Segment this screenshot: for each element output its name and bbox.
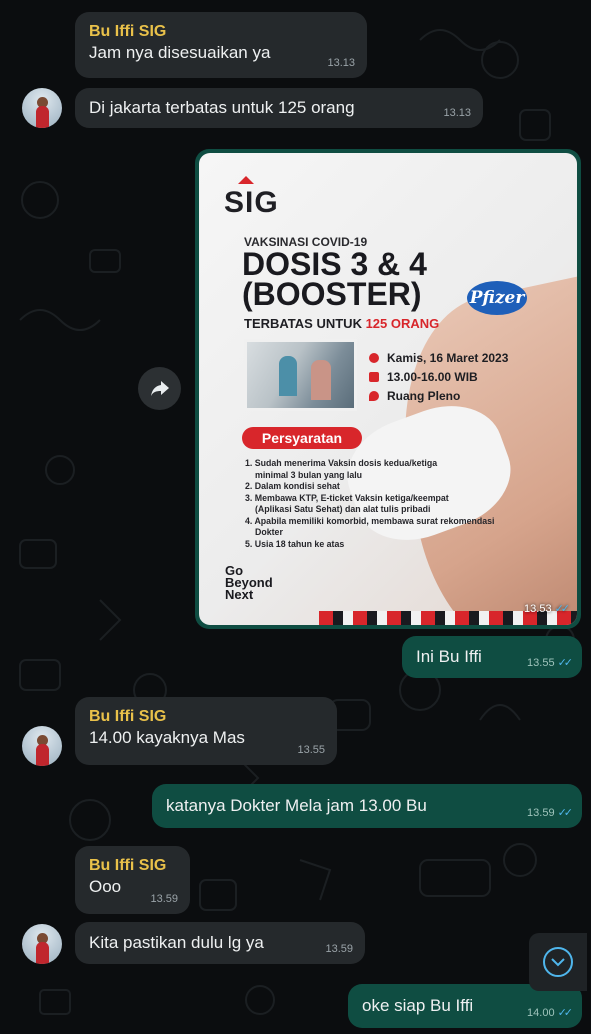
message-bubble-incoming[interactable]: Bu Iffi SIG Ooo 13.59 <box>75 846 190 914</box>
requirements-title: Persyaratan <box>242 427 362 449</box>
poster-photo <box>244 339 357 411</box>
poster-limit-prefix: TERBATAS UNTUK <box>244 316 366 331</box>
requirement-line: (Aplikasi Satu Sehat) dan alat tulis pri… <box>255 504 431 514</box>
message-bubble-incoming[interactable]: Kita pastikan dulu lg ya 13.59 <box>75 922 365 964</box>
requirements-list: 1. Sudah menerima Vaksin dosis kedua/ket… <box>245 458 535 550</box>
forward-icon <box>150 380 169 396</box>
avatar[interactable] <box>22 726 62 766</box>
message-text: Ooo <box>89 877 122 896</box>
message-time: 13.55 <box>297 744 325 756</box>
message-time: 13.53 ✓✓ <box>524 603 571 615</box>
avatar-body-icon <box>36 106 49 128</box>
requirement-line: 5. Usia 18 tahun ke atas <box>245 538 345 549</box>
scroll-to-bottom-button[interactable] <box>529 933 587 991</box>
read-ticks-icon: ✓✓ <box>554 603 571 615</box>
vaccination-poster-image[interactable]: SIG VAKSINASI COVID-19 DOSIS 3 & 4 (BOOS… <box>199 153 577 625</box>
message-time: 13.55 ✓✓ <box>527 657 574 669</box>
poster-headline-line-2: (BOOSTER) <box>242 276 422 312</box>
poster-hours: 13.00-16.00 WIB <box>387 370 478 384</box>
avatar[interactable] <box>22 924 62 964</box>
message-time: 14.00 ✓✓ <box>527 1007 574 1019</box>
message-text: katanya Dokter Mela jam 13.00 Bu <box>166 796 427 815</box>
read-ticks-icon: ✓✓ <box>557 657 574 669</box>
message-bubble-incoming[interactable]: Di jakarta terbatas untuk 125 orang 13.1… <box>75 88 483 128</box>
requirement-line: minimal 3 bulan yang lalu <box>255 469 363 480</box>
requirement-line: 3. Membawa KTP, E-ticket Vaksin ketiga/k… <box>245 492 449 503</box>
location-pin-icon <box>369 391 379 401</box>
message-text: Ini Bu Iffi <box>416 647 482 666</box>
message-text: 14.00 kayaknya Mas <box>89 728 245 747</box>
requirement-line: 2. Dalam kondisi sehat <box>245 481 340 491</box>
poster-place: Ruang Pleno <box>387 389 461 403</box>
requirement-line: 1. Sudah menerima Vaksin dosis kedua/ket… <box>245 458 438 468</box>
poster-limit-text: TERBATAS UNTUK 125 ORANG <box>244 316 439 331</box>
avatar[interactable] <box>22 88 62 128</box>
poster-date: Kamis, 16 Maret 2023 <box>387 351 509 365</box>
message-text: Kita pastikan dulu lg ya <box>89 933 264 952</box>
pfizer-logo: Pfizer <box>467 281 527 315</box>
image-message[interactable]: SIG VAKSINASI COVID-19 DOSIS 3 & 4 (BOOS… <box>195 149 581 629</box>
message-time: 13.59 <box>325 943 353 955</box>
sender-name: Bu Iffi SIG <box>89 23 167 40</box>
tagline-line: Next <box>225 587 254 602</box>
message-text: oke siap Bu Iffi <box>362 996 474 1015</box>
poster-logo: SIG <box>224 186 279 219</box>
poster-headline: DOSIS 3 & 4 (BOOSTER) <box>242 246 427 312</box>
avatar-body-icon <box>36 744 49 766</box>
message-bubble-incoming[interactable]: Bu Iffi SIG 14.00 kayaknya Mas 13.55 <box>75 697 337 765</box>
requirement-line: 4. Apabila memiliki komorbid, membawa su… <box>245 515 495 526</box>
forward-button[interactable] <box>138 367 181 410</box>
sig-logo-hat-icon <box>238 176 254 184</box>
message-text: Jam nya disesuaikan ya <box>89 43 271 62</box>
message-time: 13.13 <box>443 107 471 119</box>
message-text: Di jakarta terbatas untuk 125 orang <box>89 98 355 117</box>
message-bubble-incoming[interactable]: Bu Iffi SIG Jam nya disesuaikan ya 13.13 <box>75 12 367 78</box>
chevron-down-icon <box>543 947 573 977</box>
sender-name: Bu Iffi SIG <box>89 857 167 874</box>
poster-limit-highlight: 125 ORANG <box>365 316 440 331</box>
poster-event-info: Kamis, 16 Maret 2023 13.00-16.00 WIB Rua… <box>369 349 508 406</box>
read-ticks-icon: ✓✓ <box>557 807 574 819</box>
poster-tagline: Go Beyond Next <box>225 564 273 602</box>
read-ticks-icon: ✓✓ <box>557 1007 574 1019</box>
calendar-icon <box>369 372 379 382</box>
sender-name: Bu Iffi SIG <box>89 708 167 725</box>
requirement-line: Dokter <box>255 527 283 537</box>
poster-headline-line-1: DOSIS 3 & 4 <box>242 246 427 282</box>
clock-icon <box>369 353 379 363</box>
message-time: 13.59 <box>150 893 178 905</box>
message-bubble-outgoing[interactable]: katanya Dokter Mela jam 13.00 Bu 13.59 ✓✓ <box>152 784 582 828</box>
avatar-body-icon <box>36 942 49 964</box>
message-time: 13.59 ✓✓ <box>527 807 574 819</box>
message-bubble-outgoing[interactable]: Ini Bu Iffi 13.55 ✓✓ <box>402 636 582 678</box>
message-time: 13.13 <box>327 57 355 69</box>
